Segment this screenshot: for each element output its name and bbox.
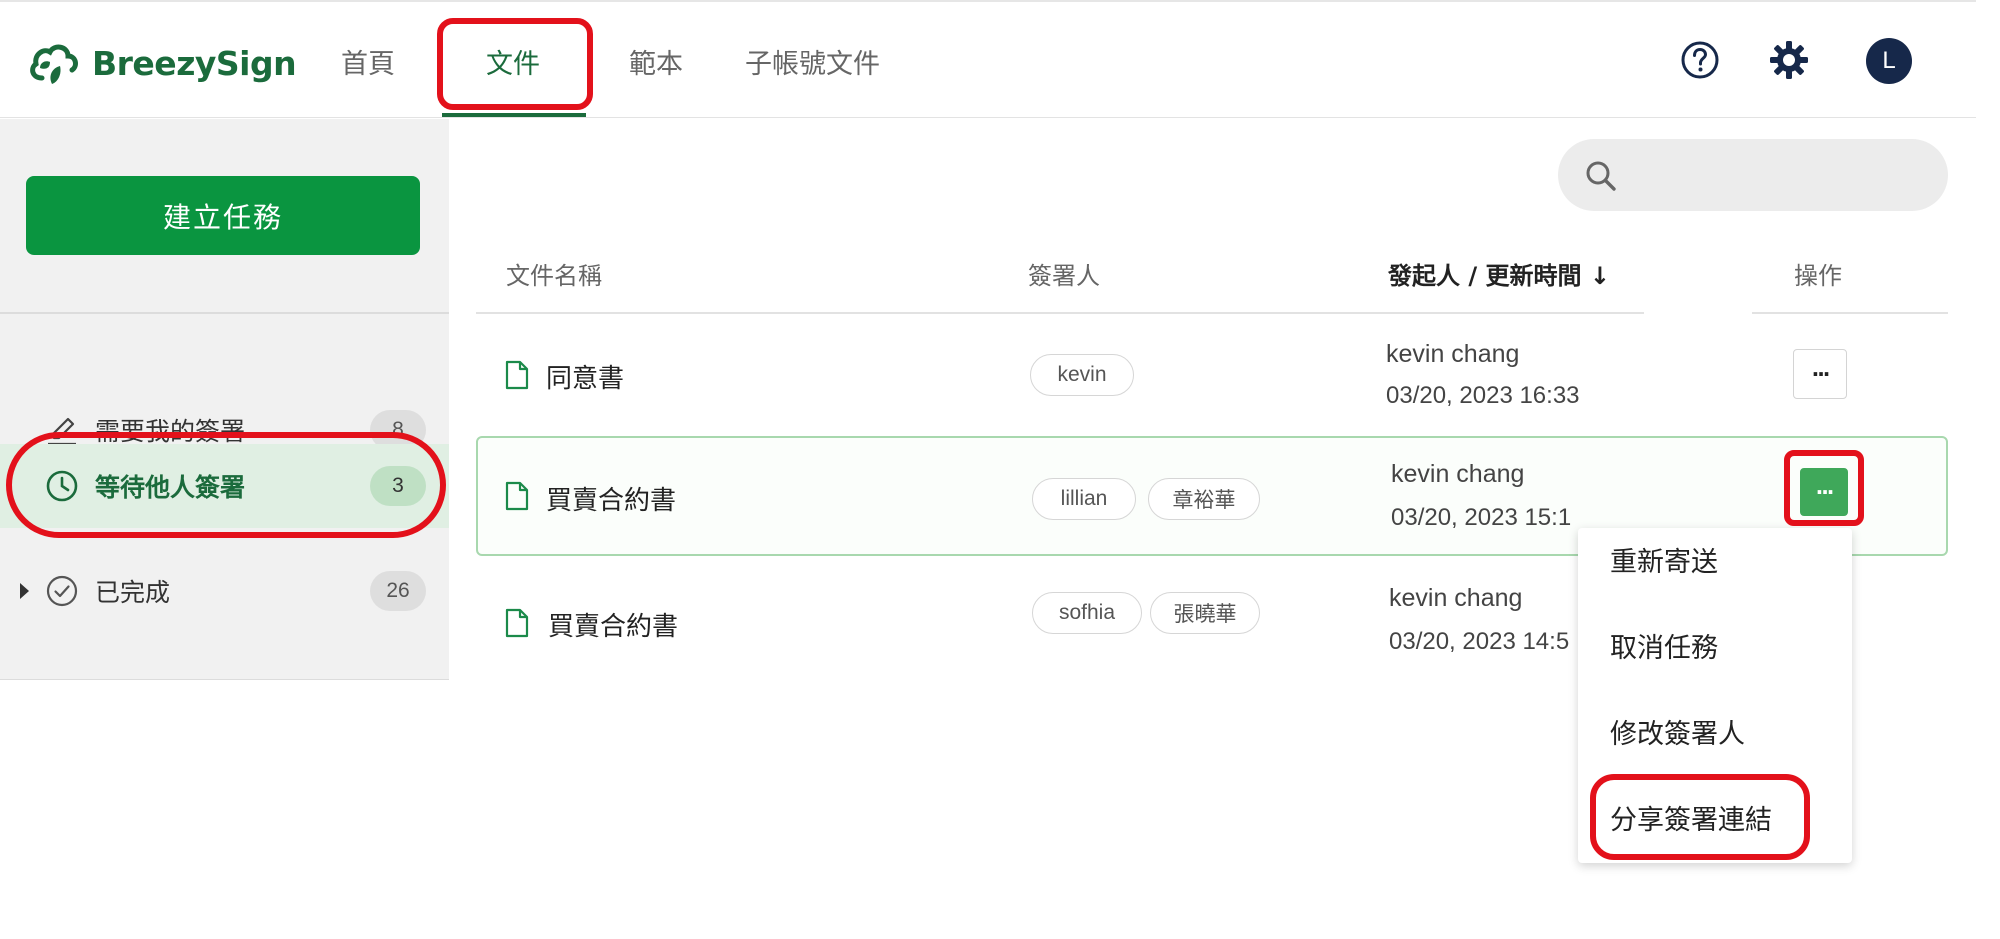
sidebar-item-completed[interactable]: 已完成 26 bbox=[0, 549, 449, 633]
signer-chip: kevin bbox=[1030, 354, 1134, 396]
more-actions-button[interactable]: ··· bbox=[1793, 349, 1847, 399]
document-name[interactable]: 同意書 bbox=[546, 358, 624, 395]
table-row[interactable]: 同意書 kevin kevin chang 03/20, 2023 16:33 … bbox=[476, 314, 1948, 434]
annotation-highlight-more-button bbox=[1784, 450, 1864, 526]
brand-name: BreezySign bbox=[92, 43, 297, 83]
sidebar: 建立任務 需要我的簽署 8 等待他人簽署 3 已完成 26 bbox=[0, 119, 449, 680]
brand-logo[interactable]: BreezySign bbox=[26, 38, 297, 88]
annotation-highlight-share-link bbox=[1590, 774, 1810, 860]
create-task-button[interactable]: 建立任務 bbox=[26, 176, 420, 255]
menu-item-cancel-task[interactable]: 取消任務 bbox=[1610, 626, 1718, 665]
menu-item-edit-signers[interactable]: 修改簽署人 bbox=[1610, 712, 1745, 751]
check-circle-icon bbox=[46, 575, 78, 607]
tab-templates[interactable]: 範本 bbox=[629, 42, 683, 81]
tab-sub-account-documents[interactable]: 子帳號文件 bbox=[745, 42, 880, 81]
document-name[interactable]: 買賣合約書 bbox=[548, 606, 678, 643]
annotation-highlight-sidebar bbox=[6, 432, 446, 538]
annotation-highlight-tab bbox=[437, 18, 593, 110]
user-avatar[interactable]: L bbox=[1866, 38, 1912, 84]
sidebar-item-label: 已完成 bbox=[95, 578, 171, 607]
column-header-signers: 簽署人 bbox=[1028, 262, 1100, 290]
column-header-label: 發起人 / 更新時間 bbox=[1388, 262, 1582, 290]
sender-name: kevin chang bbox=[1391, 460, 1525, 488]
search-input[interactable] bbox=[1558, 139, 1948, 211]
updated-time: 03/20, 2023 15:1 bbox=[1391, 504, 1572, 531]
sort-arrow-icon: ↓ bbox=[1589, 262, 1610, 290]
search-icon bbox=[1586, 161, 1616, 191]
cloud-leaf-logo-icon bbox=[30, 44, 78, 84]
menu-item-resend[interactable]: 重新寄送 bbox=[1610, 540, 1718, 579]
sender-name: kevin chang bbox=[1386, 340, 1520, 368]
document-icon bbox=[505, 360, 529, 390]
help-icon[interactable] bbox=[1678, 38, 1722, 82]
tab-home[interactable]: 首頁 bbox=[341, 42, 395, 81]
column-header-name[interactable]: 文件名稱 bbox=[506, 256, 602, 291]
column-header-actions: 操作 bbox=[1794, 262, 1842, 290]
document-icon bbox=[505, 481, 529, 511]
expand-caret-icon[interactable] bbox=[20, 583, 29, 599]
signer-chip: sofhia bbox=[1032, 592, 1142, 634]
document-icon bbox=[505, 608, 529, 638]
signer-chip: 張曉華 bbox=[1150, 592, 1260, 634]
sender-name: kevin chang bbox=[1389, 584, 1523, 612]
sidebar-divider bbox=[0, 312, 449, 314]
signer-chip: 章裕華 bbox=[1148, 478, 1260, 520]
count-badge: 26 bbox=[370, 571, 426, 611]
signer-chip: lillian bbox=[1032, 478, 1136, 520]
active-tab-indicator bbox=[442, 113, 586, 117]
gear-icon[interactable] bbox=[1767, 38, 1811, 82]
column-header-sender-time[interactable]: 發起人 / 更新時間 ↓ bbox=[1388, 256, 1610, 291]
document-name[interactable]: 買賣合約書 bbox=[546, 480, 676, 517]
updated-time: 03/20, 2023 16:33 bbox=[1386, 382, 1580, 409]
top-header: BreezySign 首頁 文件 範本 子帳號文件 L bbox=[0, 2, 1976, 118]
updated-time: 03/20, 2023 14:5 bbox=[1389, 628, 1570, 655]
